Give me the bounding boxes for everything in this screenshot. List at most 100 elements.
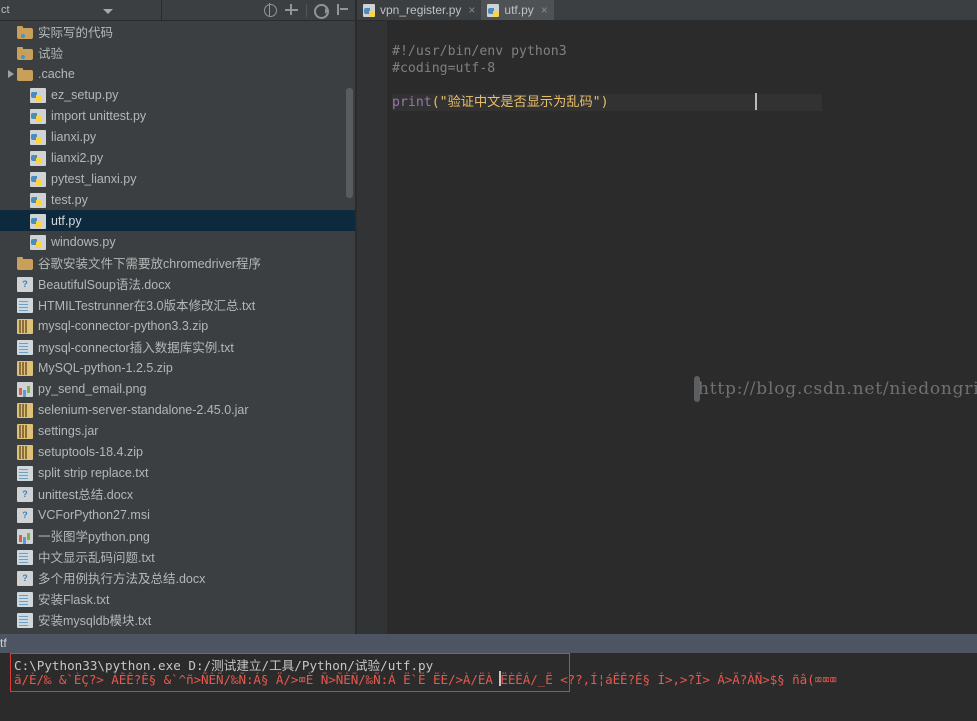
tree-arrow-spacer xyxy=(4,546,17,567)
zip-file-icon xyxy=(17,424,33,439)
tree-row[interactable]: windows.py xyxy=(0,231,355,252)
tree-arrow-spacer xyxy=(4,42,17,63)
close-icon[interactable]: × xyxy=(468,3,475,17)
tree-arrow-spacer xyxy=(4,588,17,609)
tree-row-label: 实际写的代码 xyxy=(38,22,113,41)
tree-row[interactable]: setuptools-18.4.zip xyxy=(0,441,355,462)
tree-arrow-spacer xyxy=(4,336,17,357)
tree-row[interactable]: HTMILTestrunner在3.0版本修改汇总.txt xyxy=(0,294,355,315)
folder-icon xyxy=(17,259,33,270)
tree-arrow-spacer xyxy=(4,483,17,504)
tree-arrow-spacer xyxy=(4,273,17,294)
tree-arrow-spacer xyxy=(17,189,30,210)
expand-arrow-icon[interactable] xyxy=(4,63,17,84)
zip-file-icon xyxy=(17,361,33,376)
chevron-down-icon[interactable] xyxy=(100,2,116,18)
editor-tab[interactable]: vpn_register.py × xyxy=(357,0,481,20)
tree-row[interactable]: 多个用例执行方法及总结.docx xyxy=(0,567,355,588)
run-tool-window-header[interactable]: tf xyxy=(0,634,977,653)
tree-arrow-spacer xyxy=(4,504,17,525)
tree-row-label: mysql-connector插入数据库实例.txt xyxy=(38,337,234,356)
tree-row[interactable]: mysql-connector插入数据库实例.txt xyxy=(0,336,355,357)
python-file-icon xyxy=(487,4,499,17)
tree-row[interactable]: pytest_lianxi.py xyxy=(0,168,355,189)
tree-row[interactable]: import unittest.py xyxy=(0,105,355,126)
tree-row[interactable]: split strip replace.txt xyxy=(0,462,355,483)
tree-row[interactable]: 安装Flask.txt xyxy=(0,588,355,609)
tree-row-label: pytest_lianxi.py xyxy=(51,172,136,186)
tree-row-label: import unittest.py xyxy=(51,109,146,123)
tree-row[interactable]: py_send_email.png xyxy=(0,378,355,399)
python-file-icon xyxy=(30,172,46,187)
txt-file-icon xyxy=(17,298,33,313)
txt-file-icon xyxy=(17,550,33,565)
open-paren: ( xyxy=(432,95,440,110)
tree-row[interactable]: selenium-server-standalone-2.45.0.jar xyxy=(0,399,355,420)
project-combo-label[interactable]: ct xyxy=(0,4,18,16)
tree-row[interactable]: mysql-connector-python3.3.zip xyxy=(0,315,355,336)
tree-row[interactable]: lianxi2.py xyxy=(0,147,355,168)
tree-row[interactable]: test.py xyxy=(0,189,355,210)
tree-row[interactable]: .cache xyxy=(0,63,355,84)
tree-row[interactable]: 一张图学python.png xyxy=(0,525,355,546)
tree-row-label: 多个用例执行方法及总结.docx xyxy=(38,568,205,587)
tree-row[interactable]: 谷歌安装文件下需要放chromedriver程序 xyxy=(0,252,355,273)
python-file-icon xyxy=(30,214,46,229)
tree-row[interactable]: settings.jar xyxy=(0,420,355,441)
tree-row-label: unittest总结.docx xyxy=(38,484,133,503)
project-tree-scrollbar[interactable] xyxy=(346,88,353,198)
close-icon[interactable]: × xyxy=(541,3,548,17)
console-output-line: ã/È/‰ &`ÈÇ?> ÁÊÊ?Ê§ &`^ñ>ÑÈÑ/‰Ñ:Á§ Ä/>⌧È… xyxy=(14,672,837,687)
tree-row[interactable]: 中文显示乱码问题.txt xyxy=(0,546,355,567)
tree-row[interactable]: 试验 xyxy=(0,42,355,63)
project-tree[interactable]: 实际写的代码试验.cacheez_setup.pyimport unittest… xyxy=(0,21,355,634)
folder-module-icon xyxy=(17,49,33,60)
project-toolbar: ct xyxy=(0,0,355,21)
zip-file-icon xyxy=(17,403,33,418)
tree-row[interactable]: utf.py xyxy=(0,210,355,231)
tree-row-label: split strip replace.txt xyxy=(38,466,148,480)
folder-module-icon xyxy=(17,28,33,39)
tree-arrow-spacer xyxy=(17,105,30,126)
tree-arrow-spacer xyxy=(4,357,17,378)
zip-file-icon xyxy=(17,445,33,460)
editor-tab-label: utf.py xyxy=(504,3,533,17)
watermark-text: http://blog.csdn.net/niedongri xyxy=(698,379,977,399)
expand-all-icon[interactable] xyxy=(284,2,300,18)
close-paren: ) xyxy=(601,95,609,110)
docx-file-icon xyxy=(17,487,33,502)
editor-tab-label: vpn_register.py xyxy=(380,3,461,17)
tree-row-label: VCForPython27.msi xyxy=(38,508,150,522)
python-file-icon xyxy=(30,109,46,124)
print-keyword: print xyxy=(392,95,432,110)
tree-row[interactable]: lianxi.py xyxy=(0,126,355,147)
tree-arrow-spacer xyxy=(4,252,17,273)
hide-icon[interactable] xyxy=(335,2,351,18)
docx-file-icon xyxy=(17,571,33,586)
tree-arrow-spacer xyxy=(4,399,17,420)
tree-row-label: HTMILTestrunner在3.0版本修改汇总.txt xyxy=(38,295,255,314)
python-file-icon xyxy=(30,235,46,250)
python-file-icon xyxy=(30,193,46,208)
tree-arrow-spacer xyxy=(4,315,17,336)
tree-row-label: utf.py xyxy=(51,214,82,228)
tree-row[interactable]: BeautifulSoup语法.docx xyxy=(0,273,355,294)
tree-row[interactable]: VCForPython27.msi xyxy=(0,504,355,525)
collapse-all-icon[interactable] xyxy=(262,2,278,18)
tree-row[interactable]: MySQL-python-1.2.5.zip xyxy=(0,357,355,378)
tree-arrow-spacer xyxy=(17,147,30,168)
tree-row[interactable]: unittest总结.docx xyxy=(0,483,355,504)
tree-row[interactable]: 安装mysqldb模块.txt xyxy=(0,609,355,630)
python-file-icon xyxy=(363,4,375,17)
tree-row[interactable]: 实际写的代码 xyxy=(0,21,355,42)
tree-arrow-spacer xyxy=(4,441,17,462)
console-caret xyxy=(499,671,501,686)
tree-row[interactable]: ez_setup.py xyxy=(0,84,355,105)
code-editor[interactable]: #!/usr/bin/env python3 #coding=utf-8 pri… xyxy=(357,21,977,634)
editor-tab[interactable]: utf.py × xyxy=(481,0,553,20)
run-console[interactable]: C:\Python33\python.exe D:/测试建立/工具/Python… xyxy=(0,653,977,721)
gear-icon[interactable] xyxy=(313,2,329,18)
tree-row-label: setuptools-18.4.zip xyxy=(38,445,143,459)
ide-window: ct 实际写的代码试验.cacheez_setup.pyimport unitt… xyxy=(0,0,977,721)
code-line-3 xyxy=(392,78,400,93)
